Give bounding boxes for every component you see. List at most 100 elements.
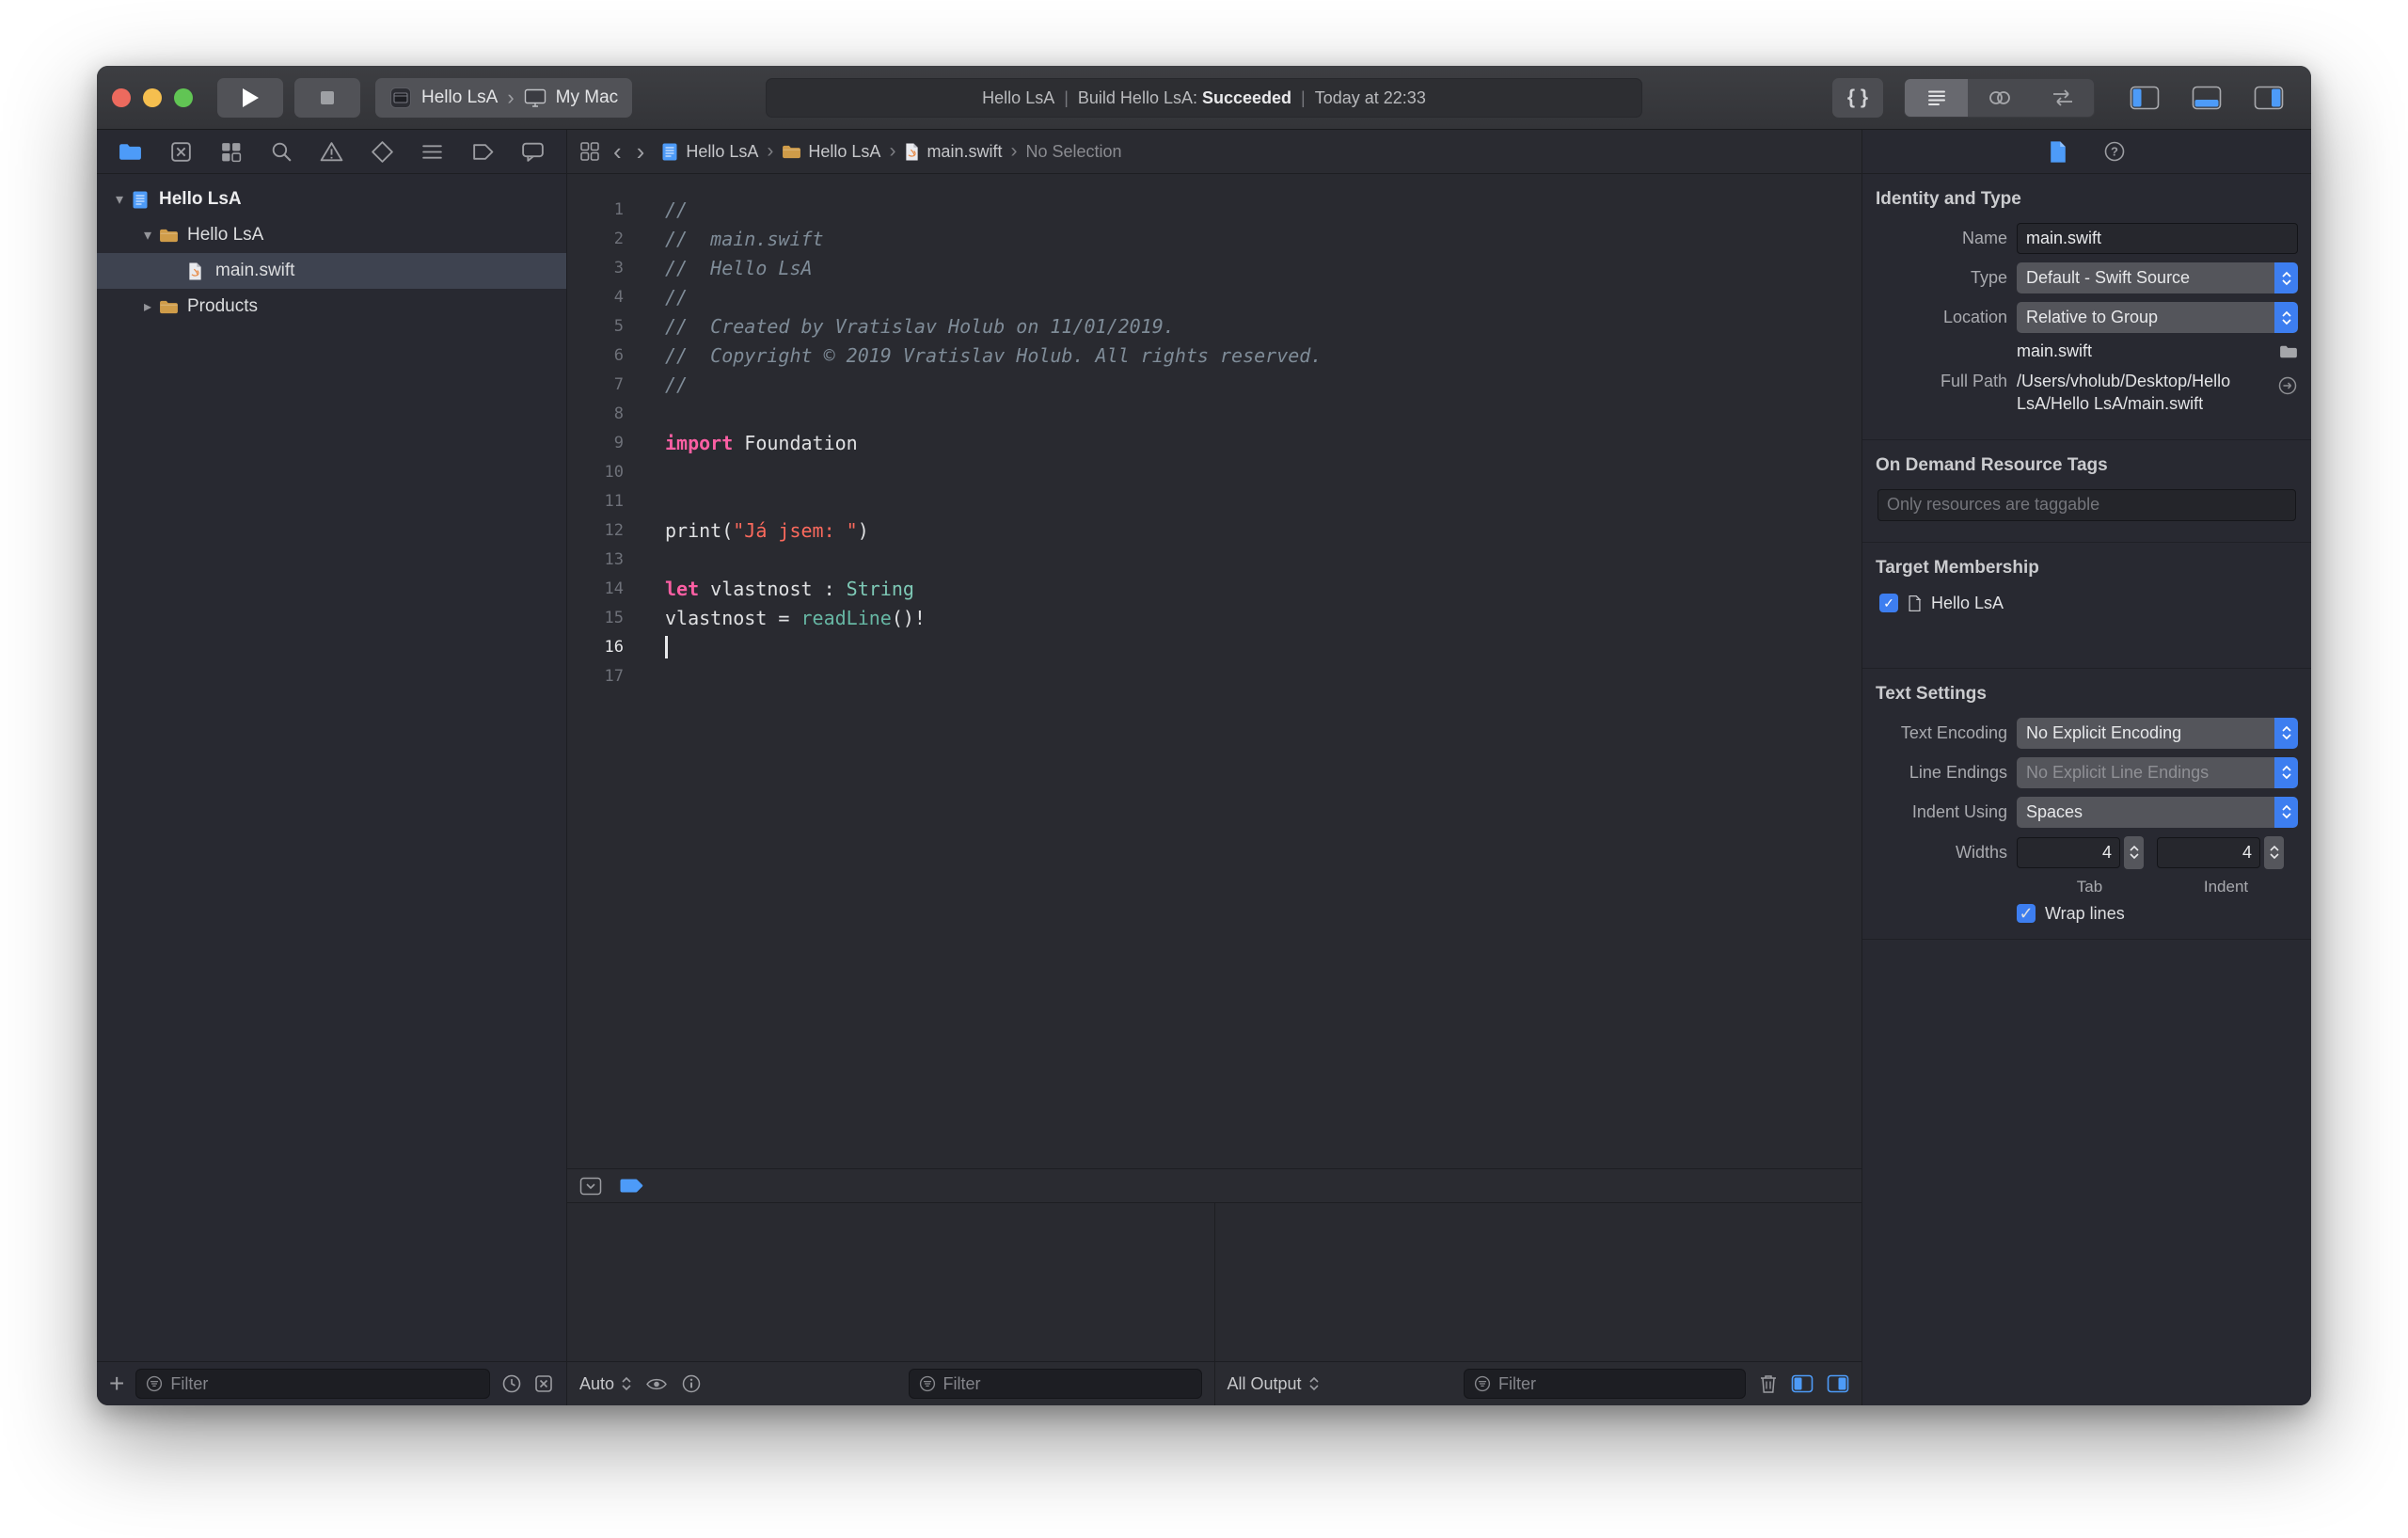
print-description-button[interactable] [681,1373,702,1394]
open-in-finder-icon[interactable] [2277,370,2298,396]
code-line[interactable]: 15 vlastnost = readLine ()! [567,603,1861,632]
debug-area-toggle-button[interactable] [2179,78,2234,118]
tab-width-field[interactable] [2017,836,2120,868]
minimize-window-button[interactable] [143,87,162,107]
name-field[interactable] [2017,223,2298,254]
console-view-toggle[interactable] [1827,1374,1849,1393]
breakpoint-navigator-tab[interactable] [470,139,496,165]
code-line[interactable]: 14 let vlastnost : String [567,574,1861,603]
variables-scope-selector[interactable]: Auto [579,1374,632,1394]
console-output-selector[interactable]: All Output [1228,1374,1320,1394]
code-line[interactable]: 4 // [567,282,1861,311]
code-line[interactable]: 9 import Foundation [567,428,1861,457]
test-navigator-tab[interactable] [370,139,395,165]
run-button[interactable] [217,77,283,118]
text-encoding-popup[interactable]: No Explicit Encoding [2017,717,2298,749]
tree-item-products[interactable]: ▸ Products [97,289,566,325]
variables-list[interactable] [567,1203,1214,1361]
tab-caption: Tab [2076,877,2103,896]
type-popup[interactable]: Default - Swift Source [2017,262,2298,293]
scheme-selector[interactable]: Hello LsA › My Mac [375,77,633,118]
go-forward-button[interactable]: › [634,139,648,164]
file-inspector-tab[interactable] [2049,140,2067,164]
source-control-filter-button[interactable] [533,1373,554,1394]
code-line[interactable]: 7 // [567,370,1861,399]
wrap-lines-checkbox[interactable]: ✓ [2017,904,2036,924]
tree-item-hello-lsa[interactable]: ▾ Hello LsA [97,217,566,253]
code-line[interactable]: 1 // [567,195,1861,224]
code-line[interactable]: 16 [567,632,1861,661]
code-line[interactable]: 2 // main.swift [567,224,1861,253]
navigator-toggle-button[interactable] [2117,78,2172,118]
find-navigator-tab[interactable] [269,139,294,165]
source-editor[interactable]: 1 // 2 // main.swift 3 // Hello LsA 4 // 5 // Cre… [567,174,1861,1168]
disclosure-triangle[interactable]: ▾ [136,226,159,245]
tab-width-input[interactable] [2025,842,2112,863]
breadcrumb-item[interactable]: No Selection [1025,142,1121,162]
variables-filter-input[interactable] [943,1373,1192,1394]
assistant-editor-button[interactable] [1968,79,2031,117]
code-line[interactable]: 8 [567,399,1861,428]
indent-width-field[interactable] [2157,836,2260,868]
choose-folder-icon[interactable] [2279,344,2298,359]
variables-filter-field[interactable] [908,1369,1202,1399]
code-line-text: // Hello LsA [641,257,813,279]
code-line[interactable]: 3 // Hello LsA [567,253,1861,282]
code-line[interactable]: 13 [567,545,1861,574]
console-output[interactable] [1214,1203,1861,1361]
source-control-navigator-tab[interactable] [168,139,194,165]
breadcrumb-item[interactable]: Hello LsA [782,142,880,162]
clear-console-button[interactable] [1759,1373,1778,1394]
code-token-comment: // Hello LsA [665,256,813,279]
zoom-window-button[interactable] [174,87,193,107]
add-file-button[interactable]: + [109,1371,124,1397]
tree-item-hello-lsa[interactable]: ▾ Hello LsA [97,182,566,217]
library-button[interactable]: { } [1832,77,1883,118]
line-endings-popup[interactable]: No Explicit Line Endings [2017,756,2298,788]
code-line[interactable]: 11 [567,486,1861,515]
code-line[interactable]: 6 // Copyright © 2019 Vratislav Holub. Al… [567,341,1861,370]
recent-files-filter-button[interactable] [501,1373,522,1394]
console-filter-input[interactable] [1498,1373,1735,1394]
project-navigator-tab[interactable] [118,139,143,165]
version-editor-button[interactable] [2031,79,2094,117]
code-line[interactable]: 10 [567,457,1861,486]
disclosure-triangle[interactable]: ▾ [108,190,131,209]
debug-navigator-tab[interactable] [420,139,445,165]
line-number: 5 [613,316,624,336]
name-input[interactable] [2026,229,2289,248]
variables-view-toggle[interactable] [1791,1374,1814,1393]
location-popup[interactable]: Relative to Group [2017,302,2298,333]
close-window-button[interactable] [112,87,131,107]
report-navigator-tab[interactable] [520,139,546,165]
resource-tags-input[interactable] [1887,495,2287,515]
breadcrumb-item[interactable]: Hello LsA [660,142,758,162]
console-filter-field[interactable] [1464,1369,1746,1399]
hide-debug-area-button[interactable] [579,1177,602,1196]
tree-item-main-swift[interactable]: main.swift [97,253,566,289]
disclosure-triangle[interactable]: ▸ [136,297,159,316]
resource-tags-field[interactable] [1877,488,2296,521]
stop-button[interactable] [294,77,360,118]
quick-look-button[interactable] [645,1376,668,1392]
target-checkbox[interactable]: ✓ [1879,594,1898,613]
activate-breakpoints-button[interactable] [619,1178,645,1194]
code-line[interactable]: 12 print("Já jsem: ") [567,515,1861,545]
indent-width-input[interactable] [2165,842,2252,863]
tab-width-stepper[interactable] [2124,835,2144,869]
code-line[interactable]: 5 // Created by Vratislav Holub on 11/01/… [567,311,1861,341]
navigator-filter-input[interactable] [170,1373,480,1394]
indent-using-popup[interactable]: Spaces [2017,796,2298,828]
code-line[interactable]: 17 [567,661,1861,690]
navigator-filter-field[interactable] [135,1369,490,1399]
go-back-button[interactable]: ‹ [610,139,625,164]
related-items-button[interactable] [578,140,601,163]
standard-editor-button[interactable] [1905,78,1968,117]
indent-width-stepper[interactable] [2264,835,2284,869]
symbol-navigator-tab[interactable] [218,139,244,165]
breadcrumb-item[interactable]: main.swift [904,142,1002,162]
issue-navigator-tab[interactable] [319,139,344,165]
inspector-toggle-button[interactable] [2242,78,2296,118]
line-number: 16 [604,637,624,657]
quick-help-inspector-tab[interactable]: ? [2103,140,2126,163]
